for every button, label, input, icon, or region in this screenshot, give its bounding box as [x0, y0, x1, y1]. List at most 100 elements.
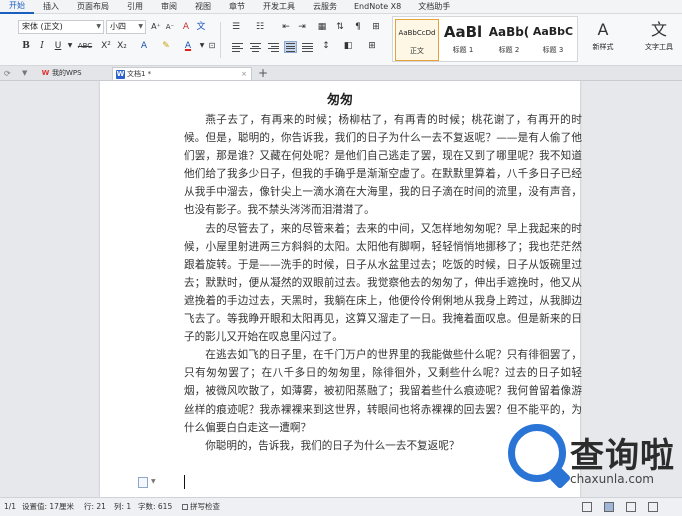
show-marks-icon[interactable]: ¶ [352, 21, 364, 33]
bullet-list-icon[interactable]: ☰ [230, 21, 242, 33]
strikethrough-button[interactable]: ABC [75, 40, 95, 52]
new-style-button[interactable]: A 新样式 [583, 18, 623, 52]
justify-icon[interactable] [284, 41, 297, 53]
tab-home[interactable]: 开始 [0, 0, 34, 14]
shading-icon[interactable]: ◧ [342, 40, 354, 52]
bold-button[interactable]: B [20, 40, 32, 52]
style-sample: AaBbC [532, 25, 574, 38]
tab-doc-assistant[interactable]: 文档助手 [409, 0, 459, 14]
page-count: 1/1 [4, 502, 17, 511]
tab-section[interactable]: 章节 [220, 0, 254, 14]
style-label: 标题 3 [542, 46, 564, 54]
style-label: 标题 1 [452, 46, 474, 54]
watermark-text: 查询啦 [570, 436, 675, 476]
underline-button[interactable]: U [52, 40, 64, 52]
tab-label: 我的WPS [52, 69, 82, 77]
document-body[interactable]: 燕子去了，有再来的时候；杨柳枯了，有再青的时候；桃花谢了，有再开的时候。但是，聪… [184, 111, 582, 455]
line-spacing-icon[interactable]: ↕ [320, 40, 332, 52]
italic-button[interactable]: I [36, 40, 48, 52]
tab-my-wps[interactable]: W 我的WPS [38, 67, 110, 80]
font-size-value: 小四 [110, 22, 126, 31]
distribute-icon[interactable] [302, 43, 313, 52]
fullscreen-view-icon[interactable] [582, 502, 592, 512]
tab-label: 文档1 * [127, 70, 152, 78]
numbered-list-icon[interactable]: ☷ [254, 21, 266, 33]
watermark-url: chaxunla.com [570, 472, 654, 486]
new-style-label: 新样式 [592, 43, 614, 51]
highlight-icon[interactable]: ✎ [160, 40, 172, 52]
column-number: 列: 1 [114, 502, 132, 511]
spellcheck-toggle[interactable]: 拼写检查 [182, 498, 220, 516]
text-tool-label: 文字工具 [645, 43, 673, 51]
tab-developer[interactable]: 开发工具 [254, 0, 304, 14]
tab-endnote[interactable]: EndNote X8 [346, 0, 409, 14]
tab-page-layout[interactable]: 页面布局 [68, 0, 118, 14]
text-tool-button[interactable]: 文 文字工具 [636, 18, 682, 52]
font-color-button[interactable]: A [182, 40, 194, 52]
subscript-button[interactable]: X₂ [116, 40, 128, 52]
tab-references[interactable]: 引用 [118, 0, 152, 14]
align-right-icon[interactable] [268, 43, 279, 52]
close-icon[interactable]: × [241, 68, 247, 81]
chevron-down-icon: ▼ [138, 23, 143, 30]
border-icon[interactable]: ⊞ [366, 40, 378, 52]
sort-icon[interactable]: ⇅ [334, 21, 346, 33]
chevron-down-icon[interactable]: ▼ [22, 66, 27, 81]
word-count[interactable]: 字数: 615 [138, 498, 172, 516]
align-center-icon[interactable] [250, 43, 261, 52]
clear-format-button[interactable]: A [180, 21, 192, 33]
font-name-value: 宋体 (正文) [22, 22, 63, 31]
style-label: 正文 [410, 47, 424, 55]
chinese-layout-icon[interactable]: ▦ [316, 21, 328, 33]
text-effect-icon[interactable]: A [138, 40, 150, 52]
char-border-icon[interactable]: ⊡ [208, 40, 216, 52]
style-normal[interactable]: AaBbCcDd 正文 [395, 19, 439, 61]
web-view-icon[interactable] [648, 502, 658, 512]
outline-view-icon[interactable] [626, 502, 636, 512]
divider [220, 22, 221, 58]
add-tab-button[interactable]: + [258, 66, 268, 80]
refresh-icon[interactable]: ⟳ [4, 66, 11, 81]
style-sample: AaBbCcDd [398, 29, 436, 37]
document-tab-strip: ⟳ ▼ W 我的WPS W 文档1 * × + [0, 66, 682, 81]
shrink-font-button[interactable]: A⁻ [164, 21, 176, 33]
align-left-icon[interactable] [232, 43, 243, 52]
style-gallery: AaBbCcDd 正文 AaBl 标题 1 AaBb( 标题 2 AaBbC 标… [392, 16, 578, 62]
chevron-down-icon: ▼ [96, 23, 101, 30]
increase-indent-icon[interactable]: ⇥ [296, 21, 308, 33]
style-sample: AaBl [443, 23, 483, 41]
style-label: 标题 2 [498, 46, 520, 54]
superscript-button[interactable]: X² [100, 40, 112, 52]
tab-view[interactable]: 视图 [186, 0, 220, 14]
wps-logo-icon: W [41, 69, 50, 77]
style-heading-3[interactable]: AaBbC 标题 3 [531, 19, 575, 61]
paragraph: 去的尽管去了，来的尽管来着；去来的中间，又怎样地匆匆呢？早上我起来的时候，小屋里… [184, 222, 582, 344]
menu-bar: 开始 插入 页面布局 引用 审阅 视图 章节 开发工具 云服务 EndNote … [0, 0, 682, 14]
grow-font-button[interactable]: A⁺ [150, 21, 162, 33]
table-tool-icon[interactable]: ⊞ [370, 21, 382, 33]
chevron-down-icon[interactable]: ▼ [196, 40, 208, 52]
row-number: 行: 21 [84, 502, 106, 511]
watermark: 查询啦 chaxunla.com [506, 422, 682, 496]
style-heading-2[interactable]: AaBb( 标题 2 [487, 19, 531, 61]
style-sample: AaBb( [488, 25, 530, 39]
style-heading-1[interactable]: AaBl 标题 1 [441, 19, 485, 61]
page-view-icon[interactable] [604, 502, 614, 512]
tab-insert[interactable]: 插入 [34, 0, 68, 14]
spellcheck-label: 拼写检查 [190, 502, 220, 511]
text-cursor [184, 475, 185, 489]
document-icon: W [116, 70, 125, 79]
pinyin-icon[interactable]: 文 [195, 21, 207, 33]
tab-document-1[interactable]: W 文档1 * × [112, 67, 252, 80]
tab-cloud[interactable]: 云服务 [304, 0, 346, 14]
checkbox-icon [182, 504, 188, 510]
decrease-indent-icon[interactable]: ⇤ [280, 21, 292, 33]
paste-options-icon[interactable] [138, 477, 148, 488]
font-size-select[interactable]: 小四 ▼ [106, 20, 146, 34]
font-name-select[interactable]: 宋体 (正文) ▼ [18, 20, 104, 34]
paragraph: 燕子去了，有再来的时候；杨柳枯了，有再青的时候；桃花谢了，有再开的时候。但是，聪… [184, 114, 582, 217]
tab-review[interactable]: 审阅 [152, 0, 186, 14]
chevron-down-icon[interactable]: ▼ [151, 478, 156, 485]
status-bar: 1/1 设置值: 17厘米 行: 21 列: 1 字数: 615 拼写检查 [0, 497, 682, 516]
ribbon: 宋体 (正文) ▼ 小四 ▼ A⁺ A⁻ A 文 B I U ▼ ABC X² X₂… [0, 14, 682, 66]
